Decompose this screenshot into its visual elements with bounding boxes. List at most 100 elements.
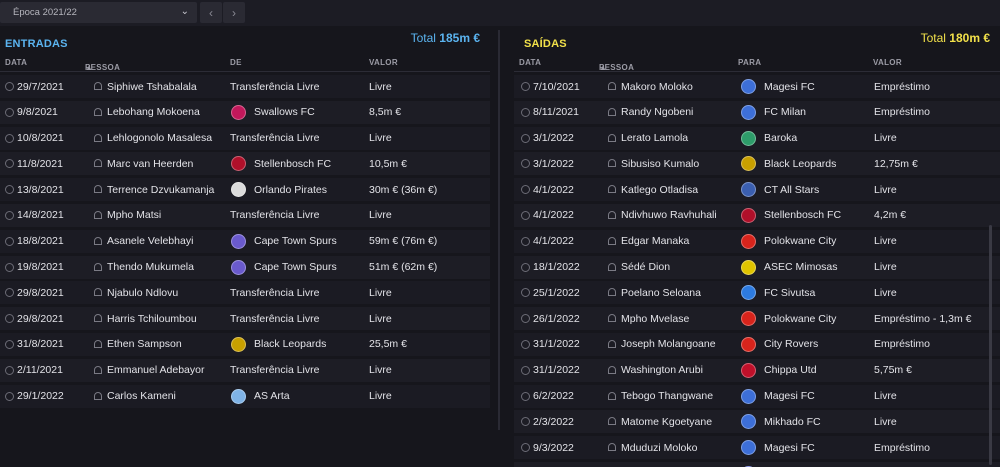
row-club[interactable]: Orlando Pirates xyxy=(254,184,327,196)
col-value[interactable]: VALOR xyxy=(873,58,902,67)
row-person[interactable]: Tebogo Thangwane xyxy=(621,390,713,402)
table-row[interactable]: 6/2/2022 Tebogo Thangwane Magesi FC Livre xyxy=(514,384,1000,408)
row-person[interactable]: Carlos Kameni xyxy=(107,390,176,402)
table-row[interactable]: 9/8/2021 Lebohang Mokoena Swallows FC 8,5m … xyxy=(0,100,490,124)
row-person[interactable]: Emmanuel Adebayor xyxy=(107,364,204,376)
table-row[interactable]: 4/1/2022 Ndivhuwo Ravhuhali Stellenbosch F… xyxy=(514,203,1000,227)
table-row[interactable]: 7/10/2021 Makoro Moloko Magesi FC Empréstim… xyxy=(514,75,1000,98)
table-row[interactable]: 26/1/2022 Mpho Mvelase Polokwane City Empré… xyxy=(514,307,1000,331)
table-row[interactable]: 11/8/2021 Marc van Heerden Stellenbosch FC… xyxy=(0,152,490,176)
row-club[interactable]: Black Leopards xyxy=(764,158,836,170)
row-date: 3/1/2022 xyxy=(533,157,574,170)
row-person[interactable]: Njabulo Ndlovu xyxy=(107,287,178,299)
table-row[interactable]: 3/1/2022 Lerato Lamola Baroka Livre xyxy=(514,126,1000,150)
outgoing-column-header: DATA ▲ PESSOA PARA VALOR xyxy=(514,54,1000,72)
club-badge-icon xyxy=(231,233,246,249)
row-club[interactable]: Swallows FC xyxy=(254,106,315,118)
col-person: PESSOA xyxy=(599,62,635,72)
previous-season-button[interactable]: ‹ xyxy=(200,2,222,23)
row-person[interactable]: Mpho Matsi xyxy=(107,209,161,221)
table-row[interactable]: 4/1/2022 Katlego Otladisa CT All Stars Livr… xyxy=(514,178,1000,202)
row-club[interactable]: City Rovers xyxy=(764,338,818,350)
row-club[interactable]: Magesi FC xyxy=(764,442,815,454)
row-club[interactable]: Stellenbosch FC xyxy=(254,158,331,170)
row-person[interactable]: Randy Ngobeni xyxy=(621,106,693,118)
row-club[interactable]: FC Sivutsa xyxy=(764,287,815,299)
col-club[interactable]: DE xyxy=(230,58,242,67)
row-club[interactable]: Mikhado FC xyxy=(764,416,821,428)
next-season-button[interactable]: › xyxy=(223,2,245,23)
row-club[interactable]: Baroka xyxy=(764,132,797,144)
row-club[interactable]: ASEC Mimosas xyxy=(764,261,838,273)
table-row[interactable]: 9/3/2022West KgwetianeMbombela UtdLivre xyxy=(514,461,1000,467)
table-row[interactable]: 18/8/2021 Asanele Velebhayi Cape Town Spur… xyxy=(0,229,490,253)
row-person[interactable]: Ethen Sampson xyxy=(107,338,182,350)
col-date[interactable]: DATA xyxy=(519,58,541,67)
row-date: 14/8/2021 xyxy=(17,209,64,222)
table-row[interactable]: 29/8/2021 Njabulo Ndlovu Transferência Liv… xyxy=(0,281,490,305)
row-club[interactable]: CT All Stars xyxy=(764,184,819,196)
table-row[interactable]: 18/1/2022 Sédé Dion ASEC Mimosas Livre xyxy=(514,255,1000,279)
row-club[interactable]: Polokwane City xyxy=(764,235,836,247)
table-row[interactable]: 14/8/2021 Mpho Matsi Transferência Livre Li… xyxy=(0,203,490,227)
row-person[interactable]: Harris Tchiloumbou xyxy=(107,313,197,325)
row-club[interactable]: Chippa Utd xyxy=(764,364,817,376)
person-icon xyxy=(93,82,102,91)
outgoing-total-value: 180m € xyxy=(949,31,990,45)
table-row[interactable]: 31/1/2022 Joseph Molangoane City Rovers Emp… xyxy=(514,332,1000,356)
row-person[interactable]: Lehlogonolo Masalesa xyxy=(107,132,212,144)
row-person[interactable]: Mpho Mvelase xyxy=(621,313,689,325)
row-club[interactable]: AS Arta xyxy=(254,390,290,402)
row-club[interactable]: Black Leopards xyxy=(254,338,326,350)
row-person[interactable]: Thendo Mukumela xyxy=(107,261,194,273)
col-club[interactable]: PARA xyxy=(738,58,761,67)
row-value: Livre xyxy=(369,132,392,145)
row-person[interactable]: Washington Arubi xyxy=(621,364,703,376)
row-person[interactable]: Edgar Manaka xyxy=(621,235,689,247)
row-person[interactable]: Joseph Molangoane xyxy=(621,338,716,350)
table-row[interactable]: 19/8/2021 Thendo Mukumela Cape Town Spurs 5… xyxy=(0,255,490,279)
row-person[interactable]: Sibusiso Kumalo xyxy=(621,158,699,170)
row-person[interactable]: Matome Kgoetyane xyxy=(621,416,712,428)
row-club[interactable]: Cape Town Spurs xyxy=(254,261,337,273)
table-row[interactable]: 9/3/2022 Mduduzi Moloko Magesi FC Empréstim… xyxy=(514,436,1000,460)
scrollbar-thumb[interactable] xyxy=(989,225,992,465)
col-value[interactable]: VALOR xyxy=(369,58,398,67)
row-club[interactable]: Magesi FC xyxy=(764,390,815,402)
table-row[interactable]: 29/8/2021 Harris Tchiloumbou Transferência… xyxy=(0,307,490,331)
table-row[interactable]: 10/8/2021 Lehlogonolo Masalesa Transferênc… xyxy=(0,126,490,150)
row-person[interactable]: Siphiwe Tshabalala xyxy=(107,81,197,93)
incoming-total-value: 185m € xyxy=(439,31,480,45)
table-row[interactable]: 4/1/2022 Edgar Manaka Polokwane City Livre xyxy=(514,229,1000,253)
table-row[interactable]: 3/1/2022 Sibusiso Kumalo Black Leopards 12,… xyxy=(514,152,1000,176)
row-date: 26/1/2022 xyxy=(533,312,580,325)
col-date[interactable]: DATA xyxy=(5,58,27,67)
table-row[interactable]: 25/1/2022 Poelano Seloana FC Sivutsa Livre xyxy=(514,281,1000,305)
row-person[interactable]: Marc van Heerden xyxy=(107,158,193,170)
table-row[interactable]: 2/3/2022 Matome Kgoetyane Mikhado FC Livre xyxy=(514,410,1000,434)
table-row[interactable]: 13/8/2021 Terrence Dzvukamanja Orlando Pir… xyxy=(0,178,490,202)
row-person[interactable]: Katlego Otladisa xyxy=(621,184,698,196)
row-person[interactable]: Sédé Dion xyxy=(621,261,670,273)
table-row[interactable]: 31/8/2021 Ethen Sampson Black Leopards 25,5… xyxy=(0,332,490,356)
row-person[interactable]: Mduduzi Moloko xyxy=(621,442,697,454)
row-person[interactable]: Lebohang Mokoena xyxy=(107,106,200,118)
row-person[interactable]: Asanele Velebhayi xyxy=(107,235,193,247)
row-person[interactable]: Makoro Moloko xyxy=(621,81,693,93)
row-person[interactable]: Poelano Seloana xyxy=(621,287,701,299)
club-badge-icon xyxy=(741,130,756,146)
row-person[interactable]: Lerato Lamola xyxy=(621,132,688,144)
row-person[interactable]: Terrence Dzvukamanja xyxy=(107,184,214,196)
row-club[interactable]: Magesi FC xyxy=(764,81,815,93)
table-row[interactable]: 29/1/2022 Carlos Kameni AS Arta Livre xyxy=(0,384,490,408)
table-row[interactable]: 31/1/2022 Washington Arubi Chippa Utd 5,75m… xyxy=(514,358,1000,382)
table-row[interactable]: 2/11/2021 Emmanuel Adebayor Transferência … xyxy=(0,358,490,382)
row-club[interactable]: FC Milan xyxy=(764,106,806,118)
season-dropdown[interactable]: Época 2021/22 ⌄ xyxy=(0,2,197,23)
row-club[interactable]: Polokwane City xyxy=(764,313,836,325)
table-row[interactable]: 8/11/2021 Randy Ngobeni FC Milan Empréstimo xyxy=(514,100,1000,124)
row-club[interactable]: Cape Town Spurs xyxy=(254,235,337,247)
table-row[interactable]: 29/7/2021 Siphiwe Tshabalala Transferência… xyxy=(0,75,490,98)
row-club[interactable]: Stellenbosch FC xyxy=(764,209,841,221)
row-person[interactable]: Ndivhuwo Ravhuhali xyxy=(621,209,717,221)
